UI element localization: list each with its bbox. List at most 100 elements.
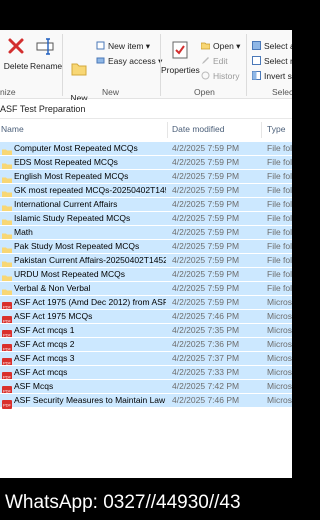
properties-label: Properties	[161, 65, 200, 75]
file-row[interactable]: International Current Affairs 4/2/2025 7:…	[0, 197, 292, 213]
file-name[interactable]: ASF Mcqs	[14, 380, 166, 393]
folder-icon	[2, 158, 12, 171]
file-type: Microsc	[267, 353, 292, 363]
file-row[interactable]: PDFASF Act mcqs 3 4/2/2025 7:37 PM Microsc	[0, 351, 292, 367]
history-button[interactable]: History	[201, 70, 239, 82]
invert-selection-button[interactable]: Invert se	[252, 70, 292, 82]
file-row[interactable]: Math 4/2/2025 7:59 PM File fold	[0, 225, 292, 241]
file-date: 4/2/2025 7:42 PM	[172, 381, 240, 391]
column-type-header[interactable]: Type	[267, 124, 285, 134]
edit-label: Edit	[213, 56, 228, 66]
folder-icon	[2, 144, 12, 157]
file-date: 4/2/2025 7:46 PM	[172, 311, 240, 321]
file-date: 4/2/2025 7:59 PM	[172, 143, 240, 153]
file-explorer-window: Delete Rename nize New folder New item ▾	[0, 30, 292, 478]
file-name[interactable]: English Most Repeated MCQs	[14, 170, 166, 183]
pdf-icon: PDF	[2, 368, 12, 381]
file-row[interactable]: PDFASF Mcqs 4/2/2025 7:42 PM Microsc	[0, 379, 292, 395]
file-name[interactable]: Pak Study Most Repeated MCQs	[14, 240, 166, 253]
file-date: 4/2/2025 7:33 PM	[172, 367, 240, 377]
file-type: File fold	[267, 213, 292, 223]
file-name[interactable]: GK most repeated MCQs-20250402T1451...	[14, 184, 166, 197]
select-all-icon	[252, 41, 261, 50]
file-name[interactable]: URDU Most Repeated MCQs	[14, 268, 166, 281]
open-icon	[200, 41, 211, 50]
file-row[interactable]: EDS Most Repeated MCQs 4/2/2025 7:59 PM Fi…	[0, 155, 292, 171]
rename-button[interactable]: Rename	[30, 36, 63, 71]
file-name[interactable]: EDS Most Repeated MCQs	[14, 156, 166, 169]
open-button[interactable]: Open ▾	[200, 40, 240, 52]
column-divider[interactable]	[167, 122, 168, 138]
column-header: Name Date modified Type	[0, 122, 292, 138]
file-name[interactable]: International Current Affairs	[14, 198, 166, 211]
pdf-icon: PDF	[2, 396, 12, 409]
file-name[interactable]: ASF Act mcqs 3	[14, 352, 166, 365]
group-organize-label: nize	[0, 87, 16, 97]
folder-icon	[2, 284, 12, 297]
new-item-button[interactable]: New item ▾	[96, 40, 150, 52]
file-name[interactable]: ASF Act mcqs 2	[14, 338, 166, 351]
svg-text:PDF: PDF	[3, 403, 12, 408]
delete-button[interactable]: Delete	[2, 36, 30, 71]
rename-label: Rename	[30, 61, 63, 71]
file-name[interactable]: ASF Security Measures to Maintain Law ..…	[14, 394, 166, 407]
new-item-icon	[96, 41, 105, 50]
file-row[interactable]: Computer Most Repeated MCQs 4/2/2025 7:59…	[0, 141, 292, 157]
folder-icon	[2, 256, 12, 269]
file-row[interactable]: Pakistan Current Affairs-20250402T14523.…	[0, 253, 292, 269]
file-row[interactable]: GK most repeated MCQs-20250402T1451... 4/…	[0, 183, 292, 199]
file-name[interactable]: Computer Most Repeated MCQs	[14, 142, 166, 155]
file-date: 4/2/2025 7:59 PM	[172, 171, 240, 181]
pdf-icon: PDF	[2, 340, 12, 353]
file-row[interactable]: PDFASF Act mcqs 2 4/2/2025 7:36 PM Microsc	[0, 337, 292, 353]
file-name[interactable]: ASF Act 1975 MCQs	[14, 310, 166, 323]
ribbon-divider	[246, 34, 247, 96]
file-row[interactable]: PDF ASF Act 1975 MCQs 4/2/2025 7:46 PM Micr…	[0, 309, 292, 325]
new-item-label: New item ▾	[108, 41, 151, 51]
history-icon	[201, 71, 210, 80]
file-row[interactable]: Verbal & Non Verbal 4/2/2025 7:59 PM File …	[0, 281, 292, 297]
file-type: File fold	[267, 199, 292, 209]
file-name[interactable]: ASF Act mcqs 1	[14, 324, 166, 337]
whatsapp-text: WhatsApp: 0327//44930//43	[5, 492, 241, 513]
file-name[interactable]: Pakistan Current Affairs-20250402T14523.…	[14, 254, 166, 267]
easy-access-button[interactable]: Easy access ▾	[96, 55, 162, 67]
column-name-header[interactable]: Name	[1, 124, 24, 134]
column-divider[interactable]	[261, 122, 262, 138]
select-all-button[interactable]: Select all	[252, 40, 292, 52]
new-folder-icon	[64, 50, 94, 80]
file-row[interactable]: URDU Most Repeated MCQs 4/2/2025 7:59 PM F…	[0, 267, 292, 283]
file-row[interactable]: PDFASF Act mcqs 4/2/2025 7:33 PM Microsc	[0, 365, 292, 381]
file-row[interactable]: PDFASF Act mcqs 1 4/2/2025 7:35 PM Microsc	[0, 323, 292, 339]
address-bar[interactable]: ASF Test Preparation	[0, 100, 292, 119]
file-type: File fold	[267, 241, 292, 251]
file-row[interactable]: Islamic Study Repeated MCQs 4/2/2025 7:59…	[0, 211, 292, 227]
select-all-label: Select all	[264, 41, 292, 51]
invert-selection-label: Invert se	[264, 71, 292, 81]
top-black-bar	[0, 0, 292, 30]
folder-icon	[2, 186, 12, 199]
select-none-button[interactable]: Select no	[252, 55, 292, 67]
file-date: 4/2/2025 7:59 PM	[172, 199, 240, 209]
file-name[interactable]: Verbal & Non Verbal	[14, 282, 166, 295]
file-type: Microsc	[267, 297, 292, 307]
breadcrumb[interactable]: ASF Test Preparation	[0, 104, 85, 114]
column-date-header[interactable]: Date modified	[172, 124, 224, 134]
folder-icon	[2, 228, 12, 241]
screen-frame: Delete Rename nize New folder New item ▾	[0, 0, 292, 520]
file-name[interactable]: ASF Act mcqs	[14, 366, 166, 379]
select-none-icon	[252, 56, 261, 65]
file-row[interactable]: English Most Repeated MCQs 4/2/2025 7:59 …	[0, 169, 292, 185]
file-row[interactable]: PDF ASF Act 1975 (Amd Dec 2012) from ASF …	[0, 295, 292, 311]
file-name[interactable]: ASF Act 1975 (Amd Dec 2012) from ASF ...	[14, 296, 166, 309]
file-name[interactable]: Islamic Study Repeated MCQs	[14, 212, 166, 225]
file-date: 4/2/2025 7:46 PM	[172, 395, 240, 405]
properties-button[interactable]: Properties	[161, 40, 200, 75]
group-new-label: New	[102, 87, 120, 97]
file-row[interactable]: Pak Study Most Repeated MCQs 4/2/2025 7:5…	[0, 239, 292, 255]
file-type: File fold	[267, 283, 292, 293]
file-name[interactable]: Math	[14, 226, 166, 239]
pdf-icon: PDF	[2, 354, 12, 367]
edit-button[interactable]: Edit	[201, 55, 228, 67]
file-row[interactable]: PDF ASF Security Measures to Maintain Law…	[0, 393, 292, 409]
